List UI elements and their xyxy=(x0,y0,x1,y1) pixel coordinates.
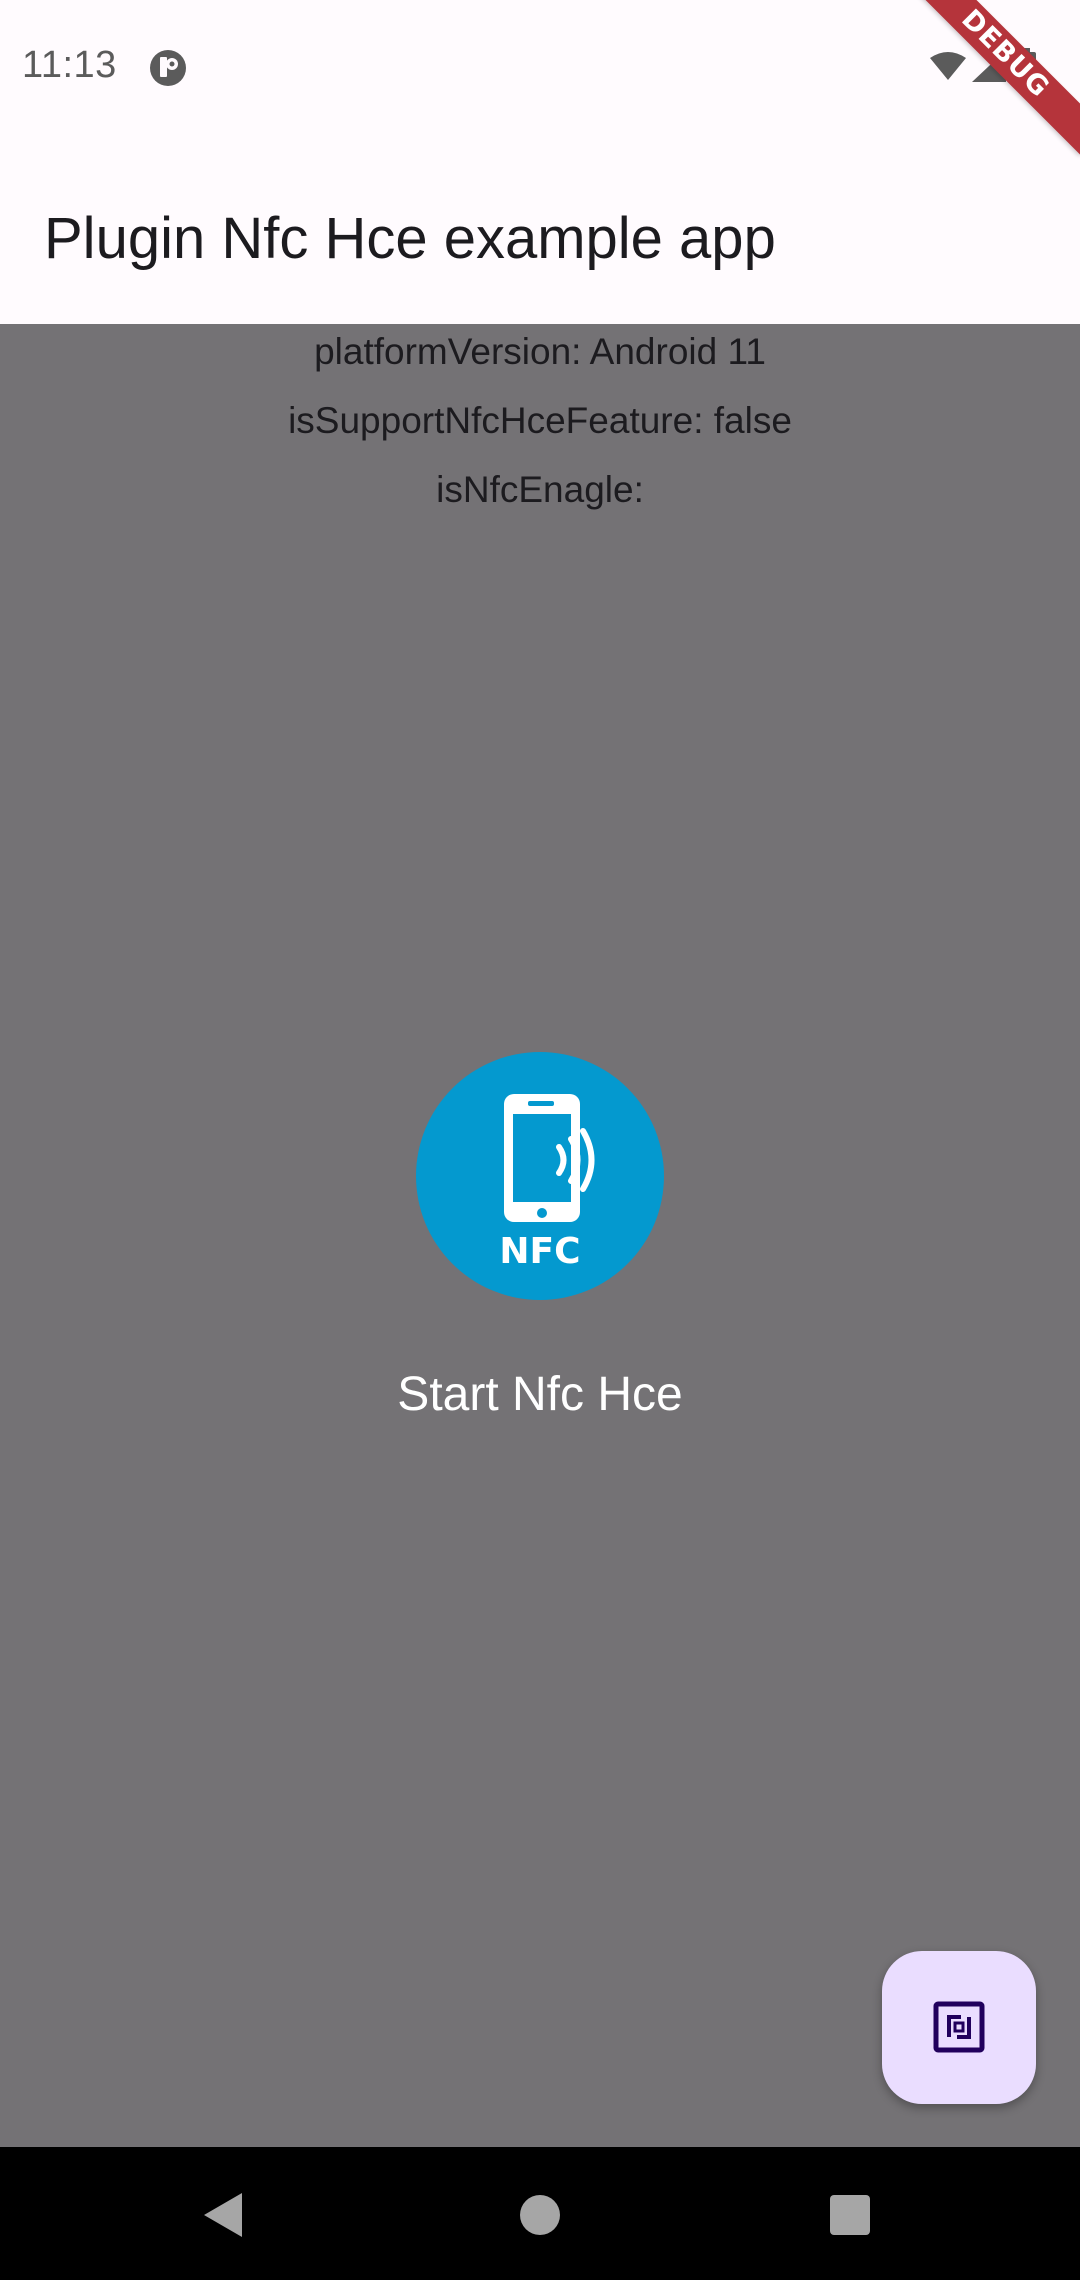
nfc-phone-icon: NFC xyxy=(499,1094,595,1272)
nfc-icon-text: NFC xyxy=(499,1231,580,1272)
nfc-fab-button[interactable] xyxy=(882,1951,1036,2104)
navigation-bar xyxy=(0,2147,1080,2280)
support-feature-text: isSupportNfcHceFeature: false xyxy=(288,400,792,441)
nfc-enabled-text: isNfcEnagle: xyxy=(436,469,644,510)
back-icon[interactable] xyxy=(196,2187,252,2243)
nfc-icon xyxy=(933,2001,985,2053)
app-bar: Plugin Nfc Hce example app xyxy=(0,130,1080,324)
pocket-icon xyxy=(148,48,188,88)
page-title: Plugin Nfc Hce example app xyxy=(44,206,776,271)
screen: 11:13 Plugin Nfc Hce example app platfor… xyxy=(0,0,1080,2280)
start-nfc-label[interactable]: Start Nfc Hce xyxy=(0,1365,1080,1425)
wifi-icon xyxy=(930,52,966,80)
recents-icon[interactable] xyxy=(822,2187,878,2243)
status-bar: 11:13 xyxy=(0,0,1080,130)
info-section: platformVersion: Android 11 isSupportNfc… xyxy=(0,324,1080,531)
home-icon[interactable] xyxy=(512,2187,568,2243)
status-time: 11:13 xyxy=(22,44,117,86)
start-nfc-button[interactable]: NFC xyxy=(416,1052,664,1300)
platform-version-text: platformVersion: Android 11 xyxy=(314,331,766,372)
